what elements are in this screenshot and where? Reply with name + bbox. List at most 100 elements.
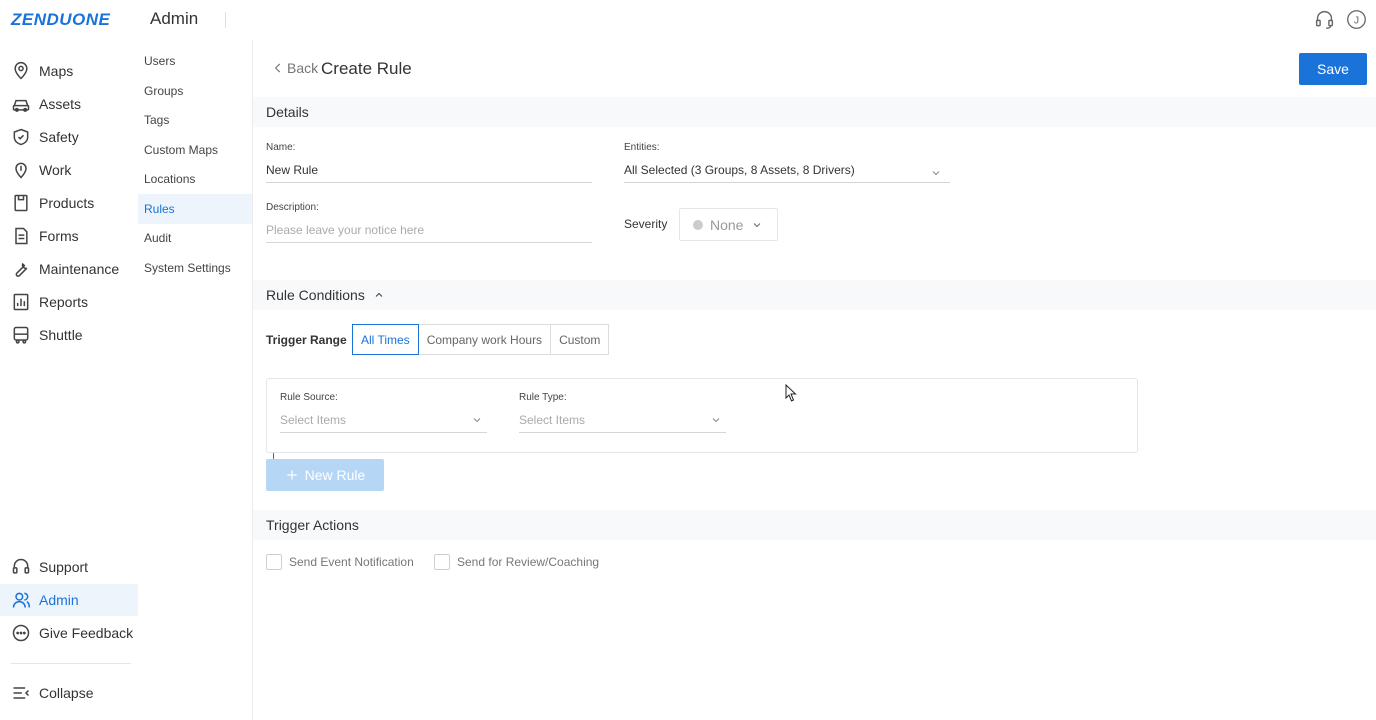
rule-source-select[interactable]: Select Items [280, 407, 487, 433]
sidebar-item-give-feedback[interactable]: Give Feedback [0, 617, 138, 649]
car-icon [11, 94, 31, 114]
sidebar-item-assets[interactable]: Assets [0, 88, 138, 120]
chevron-down-icon [754, 222, 761, 227]
severity-label: Severity [624, 217, 668, 231]
sidebar-item-maps[interactable]: Maps [0, 55, 138, 87]
back-link[interactable]: Back [271, 60, 318, 76]
sidebar-item-label: Admin [39, 592, 79, 608]
sidebar-item-label: Maintenance [39, 261, 120, 277]
severity-dot-icon [693, 219, 703, 230]
support-headset-icon[interactable] [1314, 9, 1335, 30]
avatar-initial: J [1354, 14, 1359, 26]
sidebar-item-label: Maps [39, 63, 74, 79]
back-label: Back [287, 60, 319, 76]
trigger-option-custom[interactable]: Custom [551, 324, 610, 355]
sidebar-item-label: Safety [39, 129, 79, 145]
location-icon [11, 160, 31, 180]
entities-label: Entities: [624, 142, 660, 153]
sidebar-item-safety[interactable]: Safety [0, 121, 138, 153]
details-section-header: Details [253, 97, 1376, 127]
name-label: Name: [266, 142, 296, 153]
entities-value: All Selected (3 Groups, 8 Assets, 8 Driv… [624, 162, 855, 177]
trigger-option-company-work-hours[interactable]: Company work Hours [418, 324, 552, 355]
checkbox-label: Send for Review/Coaching [457, 555, 600, 569]
chevron-up-icon[interactable] [373, 289, 385, 301]
sidebar-item-label: Assets [39, 96, 82, 112]
subnav-item-users[interactable]: Users [138, 46, 252, 76]
send-for-review-checkbox[interactable]: Send for Review/Coaching [434, 554, 599, 570]
sidebar-item-label: Give Feedback [39, 625, 134, 641]
save-button[interactable]: Save [1299, 53, 1367, 85]
chevron-down-icon [932, 170, 940, 175]
chevron-down-icon [712, 417, 720, 422]
sidebar-item-admin[interactable]: Admin [0, 584, 138, 616]
checkbox-label: Send Event Notification [289, 555, 414, 569]
severity-value: None [710, 216, 744, 233]
main-content: Back Create Rule Save Details Name: Desc… [253, 40, 1376, 720]
trigger-actions-label: Trigger Actions [266, 517, 359, 533]
sidebar-divider [11, 663, 131, 664]
subnav-item-audit[interactable]: Audit [138, 223, 252, 253]
rule-source-placeholder: Select Items [280, 412, 347, 427]
sidebar-item-work[interactable]: Work [0, 154, 138, 186]
collapse-icon [11, 683, 31, 703]
trigger-option-all-times[interactable]: All Times [352, 324, 419, 355]
subnav-item-system-settings[interactable]: System Settings [138, 253, 252, 283]
checkbox-box[interactable] [266, 554, 282, 570]
chat-icon [11, 623, 31, 643]
rule-source-label: Rule Source: [280, 392, 338, 403]
trigger-actions-section-header: Trigger Actions [253, 510, 1376, 540]
rule-conditions-section-header[interactable]: Rule Conditions [253, 280, 1376, 310]
subnav-item-rules[interactable]: Rules [138, 194, 252, 224]
users-icon [11, 590, 31, 610]
severity-select[interactable]: None [679, 208, 778, 241]
sidebar-item-label: Forms [39, 228, 79, 244]
mouse-cursor-icon [785, 384, 797, 402]
description-input[interactable] [266, 217, 592, 243]
zenduone-logo[interactable]: ZENDUONE [11, 10, 110, 30]
sidebar-item-label: Shuttle [39, 327, 83, 343]
rule-type-select[interactable]: Select Items [519, 407, 726, 433]
map-pin-icon [11, 61, 31, 81]
new-rule-button[interactable]: New Rule [266, 459, 384, 491]
entities-select[interactable]: All Selected (3 Groups, 8 Assets, 8 Driv… [624, 157, 950, 183]
document-icon [11, 226, 31, 246]
new-rule-label: New Rule [304, 467, 366, 483]
headset-icon [11, 557, 31, 577]
rule-type-label: Rule Type: [519, 392, 567, 403]
rule-conditions-label: Rule Conditions [266, 287, 365, 303]
send-event-notification-checkbox[interactable]: Send Event Notification [266, 554, 414, 570]
sidebar-item-forms[interactable]: Forms [0, 220, 138, 252]
trigger-range-selector: All Times Company work Hours Custom [352, 324, 610, 355]
sidebar-item-support[interactable]: Support [0, 551, 138, 583]
chevron-down-icon [473, 417, 481, 422]
name-input[interactable] [266, 157, 592, 183]
sidebar-item-shuttle[interactable]: Shuttle [0, 319, 138, 351]
sidebar-item-label: Reports [39, 294, 89, 310]
rule-condition-card: Rule Source: Select Items Rule Type: Sel… [266, 378, 1138, 453]
main-sidebar: Maps Assets Safety Work Products Forms M… [0, 40, 138, 720]
sidebar-item-label: Work [39, 162, 72, 178]
sidebar-item-maintenance[interactable]: Maintenance [0, 253, 138, 285]
collapse-label: Collapse [39, 685, 94, 701]
subnav-item-groups[interactable]: Groups [138, 76, 252, 106]
sidebar-item-products[interactable]: Products [0, 187, 138, 219]
user-avatar-icon[interactable]: J [1346, 9, 1367, 30]
trigger-range-label: Trigger Range [266, 333, 347, 347]
chevron-left-icon [274, 63, 281, 73]
sidebar-item-label: Products [39, 195, 95, 211]
details-section-label: Details [266, 104, 309, 120]
shield-icon [11, 127, 31, 147]
chart-icon [11, 292, 31, 312]
sidebar-collapse[interactable]: Collapse [0, 677, 138, 709]
subnav-item-custom-maps[interactable]: Custom Maps [138, 135, 252, 165]
sidebar-item-label: Support [39, 559, 89, 575]
checkbox-box[interactable] [434, 554, 450, 570]
subnav-item-locations[interactable]: Locations [138, 164, 252, 194]
page-title: Create Rule [321, 59, 412, 78]
rule-type-placeholder: Select Items [519, 412, 586, 427]
top-bar: ZENDUONE Admin J [0, 0, 1376, 40]
subnav-item-tags[interactable]: Tags [138, 105, 252, 135]
sidebar-item-reports[interactable]: Reports [0, 286, 138, 318]
plus-icon [286, 470, 297, 480]
